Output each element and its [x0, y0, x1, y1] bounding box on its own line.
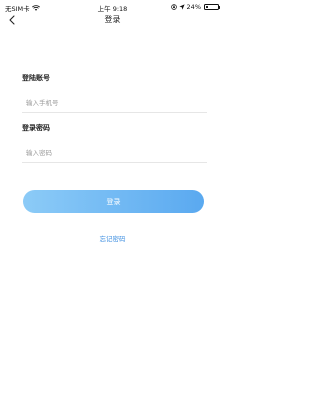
forgot-password-link[interactable]: 忘记密码 [0, 233, 225, 243]
phone-input[interactable] [22, 93, 207, 113]
login-button[interactable]: 登录 [23, 190, 204, 213]
page-title: 登录 [104, 15, 121, 24]
password-label: 登录密码 [22, 124, 50, 132]
nav-bar: 登录 [0, 10, 225, 28]
password-input[interactable] [22, 143, 207, 163]
battery-level-fill [205, 5, 209, 9]
account-label: 登陆账号 [22, 74, 50, 82]
